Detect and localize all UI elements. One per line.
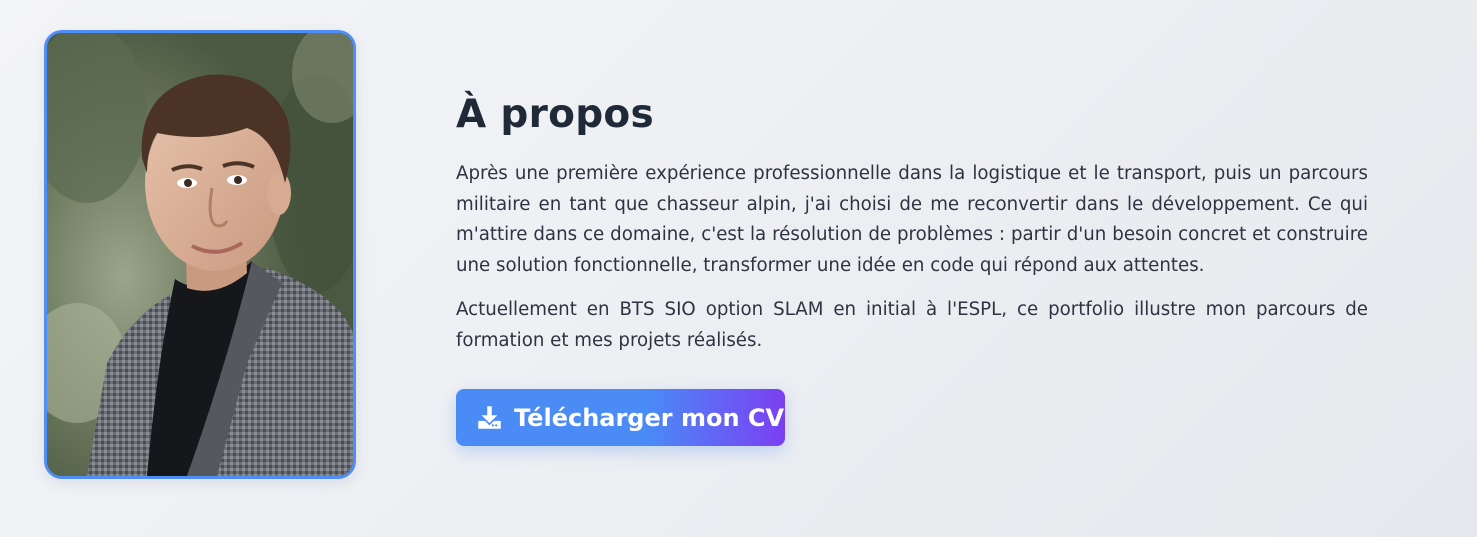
about-section: À propos Après une première expérience p… — [0, 0, 1477, 537]
about-content: À propos Après une première expérience p… — [456, 88, 1368, 446]
download-icon — [476, 404, 503, 431]
about-paragraph-1: Après une première expérience profession… — [456, 163, 1368, 276]
about-paragraph-2: Actuellement en BTS SIO option SLAM en i… — [456, 299, 1368, 351]
portrait-image — [47, 33, 353, 476]
download-cv-button[interactable]: Télécharger mon CV — [456, 389, 785, 446]
profile-photo — [44, 30, 356, 479]
download-cv-label: Télécharger mon CV — [514, 403, 785, 432]
section-title: À propos — [456, 92, 655, 137]
